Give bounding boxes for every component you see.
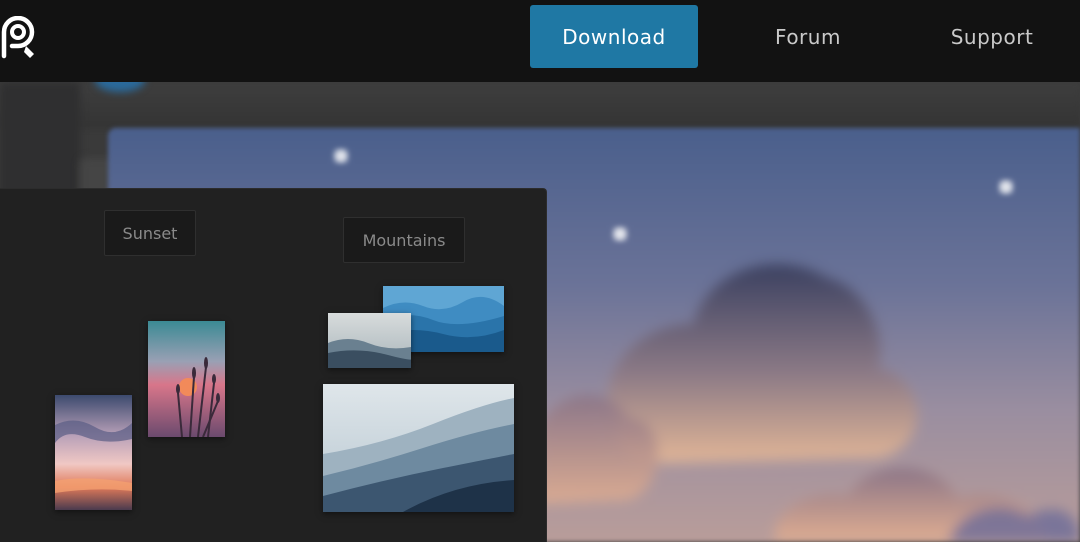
background-toolbar bbox=[0, 82, 1080, 128]
support-link[interactable]: Support bbox=[922, 5, 1062, 68]
misty-mountain-photo[interactable] bbox=[323, 384, 514, 512]
foggy-hills-photo[interactable] bbox=[328, 313, 411, 368]
cloudy-sunset-photo[interactable] bbox=[55, 395, 132, 510]
pixelfed-logo-icon[interactable] bbox=[0, 15, 40, 60]
reeds-sunset-photo[interactable] bbox=[148, 321, 225, 437]
forum-link[interactable]: Forum bbox=[748, 5, 868, 68]
mountains-collection-tag[interactable]: Mountains bbox=[343, 217, 465, 263]
download-button[interactable]: Download bbox=[530, 5, 698, 68]
top-navbar: Download Forum Support bbox=[0, 0, 1080, 82]
collections-panel: Sunset Mountains bbox=[0, 188, 547, 542]
sunset-collection-tag[interactable]: Sunset bbox=[104, 210, 196, 256]
